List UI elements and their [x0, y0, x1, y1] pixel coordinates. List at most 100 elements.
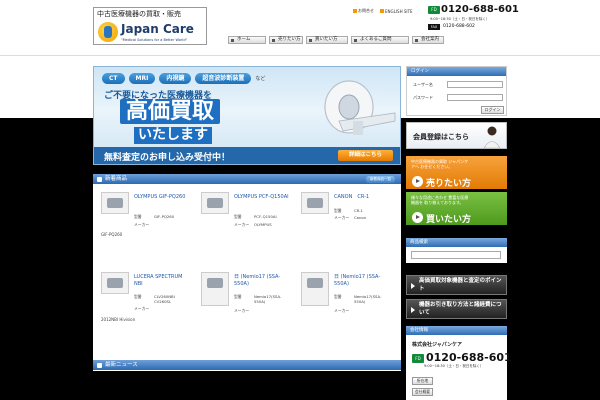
pickup-cost-label: 機器お引き取り方法と諸経費について [419, 302, 502, 316]
hero-detail-button[interactable]: 詳細はこちら [338, 150, 393, 161]
product-card[interactable]: OLYMPUS PCF-Q150AI 型番 PCF-Q150AI メーカー OL… [201, 192, 294, 267]
product-card[interactable]: 日 (Nemio17 (SSA-550A) 型番 Nemio17(SSA-550… [301, 272, 394, 352]
product-note: GIF-PQ260 [101, 232, 123, 237]
product-model-label: 型番 [234, 214, 242, 219]
location-button[interactable]: 所在地 [412, 377, 433, 385]
company-info: 会社情報 株式会社ジャパンケア FD 0120-688-601 9:00~18:… [406, 326, 512, 400]
contact-link-label: お問合せ [358, 8, 374, 13]
tag-ct: CT [102, 73, 125, 84]
news-section: 最新ニュース [93, 360, 401, 371]
product-model-label: 型番 [334, 294, 342, 299]
login-button[interactable]: ログイン [481, 106, 504, 114]
nav-faq[interactable]: よくあるご質問 [351, 36, 409, 44]
logo-name: Japan Care [121, 22, 194, 36]
product-name[interactable]: CANON CR-1 [334, 194, 392, 201]
buy-banner-title: 買いたい方 [426, 215, 472, 225]
english-site-link[interactable]: ENGLISH SITE [380, 8, 413, 14]
company-tel[interactable]: 0120-688-601 [426, 351, 512, 364]
password-input[interactable] [447, 94, 503, 101]
news-list [93, 371, 401, 389]
product-model: Nemio17(SSA-550A) [254, 294, 282, 304]
header-contact: FD 0120-688-601 9:00~18:30（土・日・祝日を除く） FA… [428, 4, 519, 33]
product-card[interactable]: 日 (Nemio17 (SSA-550A) 型番 Nemio17(SSA-550… [201, 272, 294, 352]
company-hours: 9:00~18:30（土・日・祝日を除く） [424, 364, 484, 368]
product-name[interactable]: LUCERA SPECTRUM NBI [134, 274, 192, 288]
company-overview-button[interactable]: 会社概要 [412, 388, 433, 396]
free-dial-icon: FD [412, 354, 424, 363]
product-card[interactable]: OLYMPUS GIF-PQ260 型番 GIF-PQ260 メーカー GIF-… [101, 192, 194, 267]
search-input[interactable] [411, 251, 501, 259]
product-model-label: 型番 [134, 214, 142, 219]
arrow-right-icon [412, 212, 423, 223]
pickup-cost-button[interactable]: 機器お引き取り方法と諸経費について [406, 299, 507, 319]
hero-banner[interactable]: CT MRI 内視鏡 超音波診断装置 など ご不要になった医療機器を 高価買取 … [93, 66, 401, 165]
product-card[interactable]: LUCERA SPECTRUM NBI 型番 CLV260NBI CV260SL… [101, 272, 194, 352]
equipment-tags: CT MRI 内視鏡 超音波診断装置 など [102, 73, 265, 84]
product-maker: OLYMPUS [254, 222, 272, 227]
appraisal-points-label: 高価買取対象機器と査定のポイント [419, 278, 502, 292]
staff-person-icon [483, 126, 501, 148]
product-thumbnail[interactable] [301, 192, 329, 214]
company-name: 株式会社ジャパンケア [412, 342, 463, 348]
product-maker-label: メーカー [334, 308, 350, 313]
product-thumbnail[interactable] [301, 272, 329, 306]
appraisal-points-button[interactable]: 高価買取対象機器と査定のポイント [406, 275, 507, 295]
news-title: 最新ニュース [105, 362, 138, 368]
product-thumbnail[interactable] [201, 272, 229, 306]
new-products-more-button[interactable]: 新着商品一覧 [366, 175, 395, 183]
ct-scanner-image [324, 80, 396, 135]
product-name[interactable]: 日 (Nemio17 (SSA-550A) [234, 274, 292, 288]
sell-banner-caption: 中古医療機器の買取 ジャパンケアへ お任せください。 [411, 159, 469, 169]
nav-home[interactable]: ホーム [228, 36, 266, 44]
news-header: 最新ニュース [93, 360, 401, 370]
product-thumbnail[interactable] [101, 272, 129, 294]
hero-headline: 高価買取 [120, 99, 221, 124]
logo-slogan: "Medical Solutions for a Better World" [121, 38, 188, 42]
product-model: GIF-PQ260 [154, 214, 175, 219]
sell-banner-title: 売りたい方 [426, 179, 472, 189]
product-name[interactable]: OLYMPUS GIF-PQ260 [134, 194, 192, 201]
arrow-right-icon [412, 176, 423, 187]
buy-banner-caption: 様々な用途に合わせ 豊富な医療機器を 取り揃えております。 [411, 195, 469, 205]
product-name[interactable]: OLYMPUS PCF-Q150AI [234, 194, 292, 201]
nav-company[interactable]: 会社案内 [412, 36, 444, 44]
hero-subheadline: いたします [134, 127, 212, 144]
site-logo[interactable]: 中古医療機器の買取・販売 Japan Care "Medical Solutio… [93, 7, 207, 45]
buy-banner[interactable]: 様々な用途に合わせ 豊富な医療機器を 取り揃えております。 買いたい方 [406, 192, 507, 225]
logo-tagline: 中古医療機器の買取・販売 [97, 10, 181, 18]
product-maker-label: メーカー [334, 215, 350, 220]
product-model: PCF-Q150AI [254, 214, 277, 219]
nav-sell[interactable]: 売りたい方 [269, 36, 303, 44]
login-box: ログイン ユーザー名 パスワード ログイン [406, 66, 507, 116]
product-thumbnail[interactable] [101, 192, 129, 214]
new-products-title: 新着商品 [105, 176, 128, 182]
product-maker: Canon [354, 215, 367, 220]
product-model: CR-1 [354, 208, 363, 213]
product-name[interactable]: 日 (Nemio17 (SSA-550A) [334, 274, 392, 288]
member-register-text: 会員登録はこちら [413, 133, 469, 141]
product-thumbnail[interactable] [201, 192, 229, 214]
free-dial-icon: FD [428, 6, 440, 14]
tag-endoscope: 内視鏡 [159, 73, 192, 84]
contact-link[interactable]: お問合せ [353, 8, 374, 14]
member-register-banner[interactable]: 会員登録はこちら [406, 122, 507, 149]
tag-ultrasound: 超音波診断装置 [195, 73, 252, 84]
company-title: 会社情報 [406, 326, 507, 335]
new-products-section: 新着商品 新着商品一覧 OLYMPUS GIF-PQ260 型番 GIF-PQ2… [93, 174, 401, 360]
bullet-icon [353, 9, 357, 13]
fax-icon: FAX [428, 24, 440, 30]
header-tel[interactable]: 0120-688-601 [441, 4, 519, 15]
nav-buy[interactable]: 買いたい方 [306, 36, 348, 44]
product-maker-label: メーカー [234, 222, 250, 227]
username-input[interactable] [447, 81, 503, 88]
logo-globe-icon [98, 22, 118, 42]
product-maker-label: メーカー [134, 306, 150, 311]
header-hours: 9:00~18:30（土・日・祝日を除く） [430, 17, 490, 21]
product-card[interactable]: CANON CR-1 型番 CR-1 メーカー Canon [301, 192, 394, 267]
sell-banner[interactable]: 中古医療機器の買取 ジャパンケアへ お任せください。 売りたい方 [406, 156, 507, 189]
login-title: ログイン [407, 67, 506, 76]
tag-etc: など [255, 76, 266, 82]
english-link-label: ENGLISH SITE [385, 8, 413, 14]
product-maker-label: メーカー [234, 308, 250, 313]
product-maker-label: メーカー [134, 222, 150, 227]
